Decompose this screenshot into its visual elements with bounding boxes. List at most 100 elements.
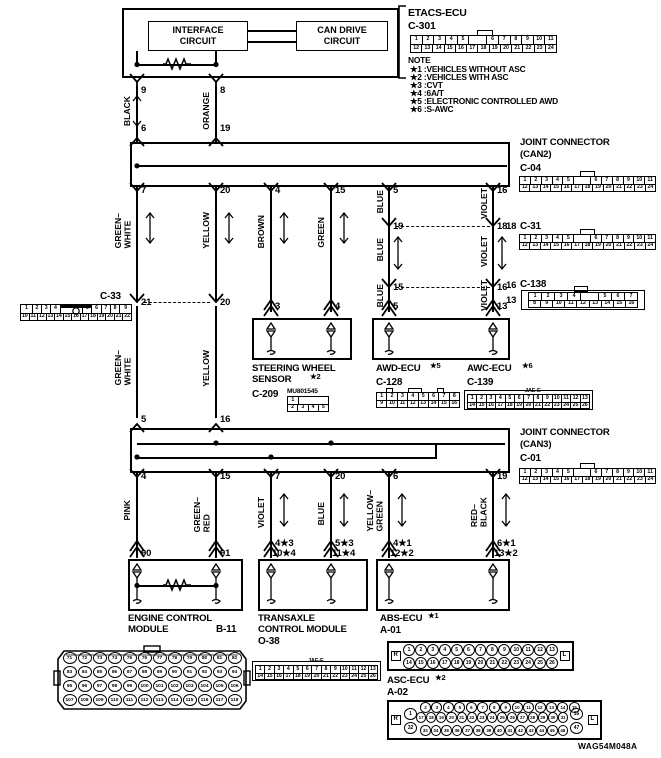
pin: 22 xyxy=(523,44,535,52)
pin: 15 xyxy=(444,44,456,52)
pin: 28 xyxy=(527,712,538,723)
pin: 14 xyxy=(540,184,552,191)
pin: 8 xyxy=(486,644,499,656)
abs-ecu-name: ABS-ECU xyxy=(380,613,423,624)
pin: 15 xyxy=(63,312,73,320)
pin: 12 xyxy=(38,312,47,320)
pin: 21 xyxy=(486,657,499,669)
pin: 5 xyxy=(450,644,463,656)
pin: 115 xyxy=(182,694,197,706)
connector-a01-pins-row2: 14 15 16 17 18 19 20 21 22 23 24 25 26 xyxy=(403,657,558,669)
pin: 17 xyxy=(467,44,479,52)
steering-sensor-label-2: SENSOR xyxy=(252,374,292,385)
arrow-grn-into-sensor xyxy=(323,298,339,317)
pin: 5 xyxy=(318,404,328,411)
pin-yel-c33: 20 xyxy=(220,297,231,308)
pin: 6 xyxy=(465,702,477,713)
awc-ecu-connector-id: C-139 xyxy=(467,377,494,388)
etacs-ecu-name: ETACS-ECU xyxy=(408,7,467,19)
pin: 9 xyxy=(624,469,635,476)
connector-c138-outer-shell xyxy=(521,290,645,310)
pin: 96 xyxy=(77,680,92,692)
pin: 34 xyxy=(430,725,442,736)
connector-c128-keyway-right xyxy=(437,388,444,393)
pin: 104 xyxy=(197,680,212,692)
pin: 8 xyxy=(613,469,624,476)
joint-can2-sub: (CAN2) xyxy=(520,149,552,160)
connector-b11-pins: 71 72 73 74 75 76 77 78 79 80 81 82 83 8… xyxy=(62,651,242,707)
connector-a01-right-mark-label: L xyxy=(562,652,567,658)
joint-can3-connector-id: C-01 xyxy=(520,453,541,464)
pin: 80 xyxy=(197,652,212,664)
connector-c04: 1 2 3 4 5 6 7 8 9 10 11 12 13 14 15 16 1… xyxy=(519,176,656,192)
pin: 4 xyxy=(442,702,454,713)
joint-can2-name: JOINT CONNECTOR xyxy=(520,137,610,148)
pin: 12 xyxy=(520,476,531,483)
connector-a02-pins-row1: 2 3 4 5 6 7 8 9 10 11 12 13 14 15 xyxy=(420,702,580,713)
connector-c128: 1 2 3 4 5 6 7 8 9 10 11 12 13 14 15 16 xyxy=(376,392,460,408)
wire-label-green-red: GREEN– RED xyxy=(192,497,212,533)
pin: 94 xyxy=(227,666,242,678)
wire-violet-mid xyxy=(492,187,495,312)
pin: 17 xyxy=(572,476,583,483)
arrow-rb-into-abs xyxy=(485,539,501,558)
pin: 2 xyxy=(414,644,427,656)
awd-ecu-star: ★5 xyxy=(430,361,441,370)
wire-label-violet-bottom: VIOLET xyxy=(256,497,266,529)
pin: 7 xyxy=(102,305,111,313)
awd-ecu-terminal xyxy=(383,321,395,355)
pin: 21 xyxy=(456,712,467,723)
wire-label-yellow-lower: YELLOW xyxy=(201,350,211,387)
connector-a02-pin-47: 47 xyxy=(570,722,583,734)
connector-c01-row1: 1 2 3 4 5 6 7 8 9 10 11 xyxy=(520,469,655,476)
sensor-terminal-green xyxy=(325,321,337,355)
pin: 19 xyxy=(489,44,501,52)
pin: 20 xyxy=(603,184,615,191)
pin: 33 xyxy=(420,725,431,736)
connector-c128-row1: 1 2 3 4 5 6 7 8 xyxy=(377,393,459,400)
pin: 24 xyxy=(645,184,656,191)
pin: 3 xyxy=(542,177,553,184)
pin: 18 xyxy=(426,712,437,723)
pin: 2 xyxy=(420,702,431,713)
pin-black-top: 9 xyxy=(141,85,147,96)
pin: 86 xyxy=(107,666,122,678)
pin: 19 xyxy=(593,184,604,191)
pin: 5 xyxy=(458,36,470,44)
pin: 2 xyxy=(531,235,542,242)
pin: 4 xyxy=(553,177,564,184)
connector-c128-keyway-mid xyxy=(408,388,422,393)
wire-label-violet-2: VIOLET xyxy=(479,236,489,268)
pin: 1 xyxy=(411,36,423,44)
pin: 3 xyxy=(542,469,553,476)
pin: 106 xyxy=(227,680,242,692)
pin: 20 xyxy=(603,242,615,249)
pin: 74 xyxy=(107,652,122,664)
pin: 8 xyxy=(613,177,624,184)
wire-label-orange: ORANGE xyxy=(201,92,211,130)
pin: 4 xyxy=(553,469,564,476)
pin: 11 xyxy=(548,36,554,43)
pin: 23 xyxy=(476,712,487,723)
pin-c138-ref-b: 13 xyxy=(506,295,517,306)
pin: 22 xyxy=(123,312,131,320)
pin-blu-top: 5 xyxy=(393,185,399,196)
pin: 9 xyxy=(624,235,635,242)
pin: 12 xyxy=(534,644,547,656)
pin: 15 xyxy=(414,657,427,669)
connector-c209-row2: 2 3 4 5 xyxy=(288,404,328,411)
b11-row: 107 108 109 110 111 112 113 114 115 116 … xyxy=(62,694,242,706)
joint-can2-connector-id: C-04 xyxy=(520,163,541,174)
pin-gap xyxy=(574,235,591,242)
pin: 7 xyxy=(499,36,511,44)
pin: 6 xyxy=(591,177,602,184)
pin: 19 xyxy=(462,657,475,669)
pin: 15 xyxy=(551,184,562,191)
pin: 14 xyxy=(540,242,552,249)
pin: 99 xyxy=(122,680,137,692)
abs-ecu-connector-id: A-01 xyxy=(380,625,401,636)
pin-gw-top: 7 xyxy=(141,185,147,196)
pin: 107 xyxy=(62,694,77,706)
arrow-gw-bidir xyxy=(145,211,155,245)
can3-bus-junction-dots xyxy=(134,440,334,460)
